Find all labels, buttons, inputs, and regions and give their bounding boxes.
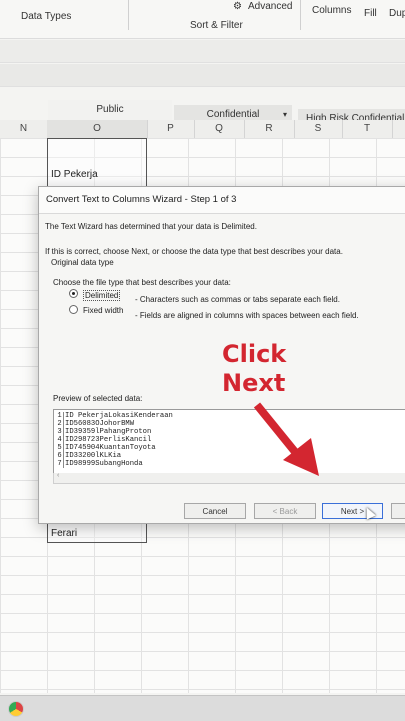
column-header-s[interactable]: S	[294, 120, 343, 138]
choose-file-type-label: Choose the file type that best describes…	[53, 278, 231, 287]
annotation-arrow-icon	[253, 402, 319, 476]
preview-row: 1 ID PekerjaLokasiKenderaan	[57, 412, 173, 420]
advanced-button[interactable]: Advanced	[248, 1, 292, 12]
dialog-title: Convert Text to Columns Wizard - Step 1 …	[46, 194, 237, 205]
preview-row: 6 ID33200lKLKia	[57, 452, 122, 460]
cancel-button[interactable]: Cancel	[184, 503, 246, 519]
delimited-description: - Characters such as commas or tabs sepa…	[135, 295, 340, 304]
label-public[interactable]: Public	[48, 100, 172, 120]
preview-row: 4 ID298723PerlisKancil	[57, 436, 152, 444]
preview-row: 3 ID39359lPahangProton	[57, 428, 152, 436]
formula-bar[interactable]	[0, 40, 405, 63]
fixed-width-radio[interactable]	[69, 305, 78, 314]
original-data-type-label: Original data type	[51, 258, 114, 267]
column-header-p[interactable]: P	[147, 120, 195, 138]
preview-horizontal-scrollbar[interactable]: ‹	[53, 472, 405, 484]
ribbon-divider	[128, 0, 129, 30]
annotation-line-2: Next	[222, 369, 286, 397]
column-header-r[interactable]: R	[244, 120, 295, 138]
remove-duplicates-button[interactable]: Dup	[389, 8, 405, 19]
data-types-group-label[interactable]: Data Types	[21, 11, 71, 22]
scroll-left-icon[interactable]: ‹	[57, 472, 59, 479]
annotation-line-1: Click	[222, 340, 287, 368]
taskbar	[0, 695, 405, 721]
ribbon: Data Types Sort & Filter ⚙ Advanced Colu…	[0, 0, 405, 39]
preview-label: Preview of selected data:	[53, 394, 143, 403]
chrome-icon[interactable]	[8, 701, 24, 717]
advanced-icon[interactable]: ⚙	[233, 1, 242, 12]
wizard-instruction: If this is correct, choose Next, or choo…	[45, 247, 343, 256]
ribbon-divider	[300, 0, 301, 30]
column-header-n[interactable]: N	[0, 120, 48, 138]
annotation-text: Click Next	[222, 340, 286, 398]
ribbon-spacer	[0, 64, 405, 87]
data-preview[interactable]: 1 ID PekerjaLokasiKenderaan 2 ID56083OJoho…	[53, 409, 405, 475]
fixed-width-label[interactable]: Fixed width	[83, 306, 123, 315]
preview-row: 2 ID56083OJohorBMW	[57, 420, 135, 428]
cell-o-header[interactable]: ID Pekerja	[51, 169, 98, 180]
cell-o-bottom[interactable]: Ferari	[51, 528, 77, 539]
sort-filter-group-label: Sort & Filter	[190, 20, 243, 31]
column-header-o[interactable]: O	[47, 120, 148, 138]
column-header-q[interactable]: Q	[194, 120, 245, 138]
wizard-intro: The Text Wizard has determined that your…	[45, 222, 257, 231]
fixed-width-description: - Fields are aligned in columns with spa…	[135, 311, 359, 320]
column-header-t[interactable]: T	[342, 120, 393, 138]
back-button[interactable]: < Back	[254, 503, 316, 519]
preview-row: 5 ID745904KuantanToyota	[57, 444, 156, 452]
text-to-columns-button[interactable]: Columns	[312, 5, 351, 16]
dialog-title-bar[interactable]: Convert Text to Columns Wizard - Step 1 …	[39, 187, 405, 214]
delimited-label[interactable]: Delimited	[83, 290, 121, 301]
preview-row: 7 ID98999SubangHonda	[57, 460, 143, 468]
flash-fill-button[interactable]: Fill	[364, 8, 377, 19]
column-headers: N O P Q R S T	[0, 120, 405, 139]
delimited-radio[interactable]	[69, 289, 78, 298]
finish-button[interactable]	[391, 503, 405, 519]
